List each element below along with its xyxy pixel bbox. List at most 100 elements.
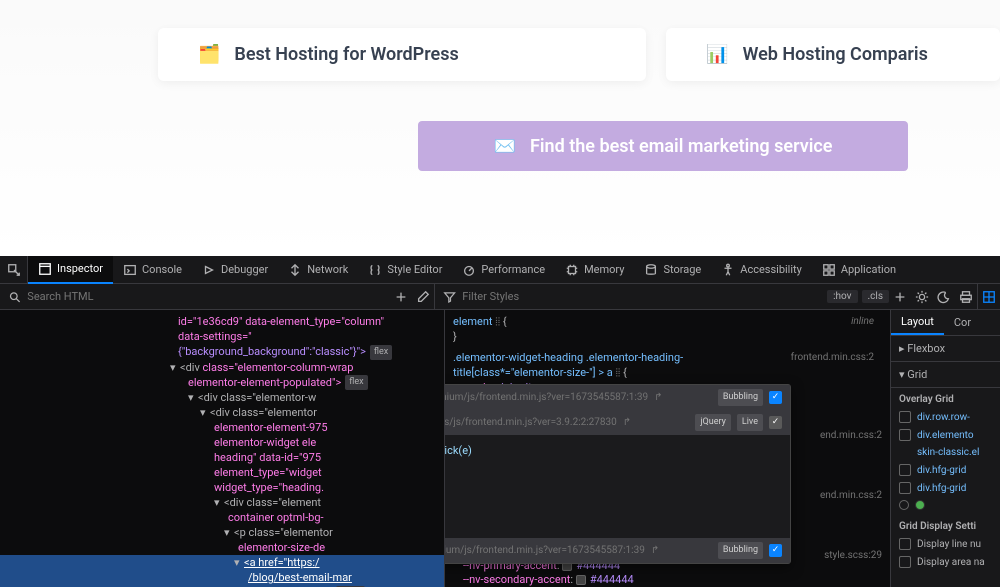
hov-toggle[interactable]: :hov bbox=[827, 290, 857, 303]
computed-side-tab[interactable]: Cor bbox=[944, 310, 981, 335]
add-rule-button[interactable] bbox=[889, 286, 911, 308]
css-source-link[interactable]: frontend.min.css:2 bbox=[791, 350, 874, 365]
bubbling-badge: Bubbling bbox=[718, 389, 763, 406]
html-attr: id="1e36cd9" data-element_type="column" bbox=[178, 315, 384, 328]
tab-console[interactable]: Console bbox=[113, 256, 192, 284]
css-brace: { bbox=[503, 315, 507, 328]
tab-inspector[interactable]: Inspector bbox=[28, 256, 113, 284]
layout-sidebar: Layout Cor ▸ Flexbox ▾ Grid Overlay Grid… bbox=[890, 310, 1000, 587]
css-rules-panel[interactable]: element ⦙⦙ { inline } .elementor-widget-… bbox=[444, 310, 890, 587]
print-media-button[interactable] bbox=[955, 286, 977, 308]
tab-storage[interactable]: Storage bbox=[634, 256, 711, 284]
css-brace: } bbox=[453, 330, 457, 343]
tab-memory[interactable]: Memory bbox=[555, 256, 634, 284]
caret-icon[interactable]: ▾ bbox=[224, 525, 234, 540]
envelope-icon: ✉️ bbox=[494, 136, 516, 157]
grid-overlay-item[interactable]: div.elemento bbox=[891, 426, 1000, 444]
tab-label: Accessibility bbox=[740, 263, 802, 276]
cls-toggle[interactable]: .cls bbox=[862, 290, 889, 303]
webpage-preview: 🗂️ Best Hosting for WordPress 📊 Web Host… bbox=[0, 0, 1000, 256]
html-tree-panel[interactable]: id="1e36cd9" data-element_type="column" … bbox=[0, 310, 444, 587]
tab-performance[interactable]: Performance bbox=[452, 256, 555, 284]
tab-style-editor[interactable]: Style Editor bbox=[358, 256, 452, 284]
grid-display-settings-heading: Grid Display Setti bbox=[891, 513, 1000, 535]
card-best-hosting[interactable]: 🗂️ Best Hosting for WordPress bbox=[158, 28, 646, 81]
grid-section-header[interactable]: ▾ Grid bbox=[891, 362, 1000, 388]
devtools-tabbar: Inspector Console Debugger Network Style… bbox=[0, 256, 1000, 284]
event-source-link[interactable]: …per-premium/js/frontend.min.js?ver=1673… bbox=[444, 543, 645, 558]
html-attr: elementor-widget ele bbox=[214, 436, 316, 449]
inspector-panels: id="1e36cd9" data-element_type="column" … bbox=[0, 310, 1000, 587]
listener-enabled-checkbox[interactable]: ✓ bbox=[769, 544, 782, 557]
grid-overlay-item[interactable]: div.hfg-grid bbox=[891, 479, 1000, 497]
html-attr: heading" data-id="975 bbox=[214, 451, 321, 464]
inspector-toolbar: :hov .cls bbox=[0, 284, 1000, 310]
tab-debugger[interactable]: Debugger bbox=[192, 256, 278, 284]
caret-icon[interactable]: ▾ bbox=[214, 495, 224, 510]
click-listener-row[interactable]: ▾ click …tor/assets/js/frontend.min.js?v… bbox=[444, 410, 790, 435]
click-listener-row-2[interactable]: ▸ click …per-premium/js/frontend.min.js?… bbox=[444, 538, 790, 563]
caret-icon[interactable]: ▾ bbox=[188, 390, 198, 405]
css-color-value[interactable]: #444444 bbox=[590, 573, 634, 586]
grid-overlay-item[interactable]: div.row.row- bbox=[891, 408, 1000, 426]
tab-network[interactable]: Network bbox=[278, 256, 358, 284]
html-tag: <div class="elementor-w bbox=[198, 391, 316, 404]
html-tag: <p class="elementor bbox=[234, 526, 333, 539]
color-swatch[interactable] bbox=[576, 575, 586, 585]
event-source-link[interactable]: …tor/assets/js/frontend.min.js?ver=3.9.2… bbox=[444, 415, 617, 430]
html-selected-node[interactable]: <a href="https:/ bbox=[244, 556, 320, 569]
css-source-inline: inline bbox=[851, 314, 874, 329]
tab-label: Memory bbox=[584, 263, 624, 276]
eyedropper-button[interactable] bbox=[412, 286, 434, 308]
css-selector: title[class*="elementor-size-"] > a bbox=[453, 366, 613, 379]
caret-icon[interactable]: ▾ bbox=[200, 405, 210, 420]
add-element-button[interactable] bbox=[390, 286, 412, 308]
dark-theme-button[interactable] bbox=[933, 286, 955, 308]
css-selector: element bbox=[453, 315, 493, 328]
tab-accessibility[interactable]: Accessibility bbox=[711, 256, 812, 284]
auxclick-listener-row[interactable]: ▸ auxclick …-premium/js/frontend.min.js?… bbox=[444, 385, 790, 410]
tab-application[interactable]: Application bbox=[812, 256, 906, 284]
grid-overlay-item[interactable]: div.hfg-grid bbox=[891, 461, 1000, 479]
live-badge: Live bbox=[737, 414, 763, 431]
jquery-badge: jQuery bbox=[695, 414, 730, 431]
filter-styles-box bbox=[435, 290, 827, 304]
display-area-names-toggle[interactable]: Display area na bbox=[891, 553, 1000, 571]
tab-label: Inspector bbox=[57, 262, 103, 275]
display-line-numbers-toggle[interactable]: Display line nu bbox=[891, 535, 1000, 553]
html-val: {"background_background":"classic"}"> bbox=[178, 345, 366, 358]
pick-element-icon[interactable] bbox=[0, 256, 28, 284]
css-source-link[interactable]: style.scss:29 bbox=[824, 548, 882, 563]
event-listeners-popup: ▸ auxclick …-premium/js/frontend.min.js?… bbox=[444, 384, 791, 564]
card-row: 🗂️ Best Hosting for WordPress 📊 Web Host… bbox=[0, 28, 1000, 81]
search-html-box bbox=[0, 284, 390, 310]
css-variable[interactable]: --nv-secondary-accent bbox=[463, 573, 570, 586]
html-attr: elementor-element-populated"> bbox=[188, 376, 341, 389]
filter-styles-input[interactable] bbox=[462, 290, 819, 303]
caret-icon[interactable]: ▾ bbox=[170, 360, 180, 375]
light-theme-button[interactable] bbox=[911, 286, 933, 308]
tab-label: Storage bbox=[663, 263, 701, 276]
tab-label: Debugger bbox=[221, 263, 268, 276]
listener-enabled-checkbox[interactable]: ✓ bbox=[769, 391, 782, 404]
card-label: Web Hosting Comparis bbox=[743, 44, 928, 65]
cta-email-marketing[interactable]: ✉️ Find the best email marketing service bbox=[418, 121, 908, 171]
listener-enabled-checkbox[interactable]: ✓ bbox=[769, 416, 782, 429]
listener-code: e => this.onLinkClick(e) bbox=[444, 435, 790, 466]
devtools: Inspector Console Debugger Network Style… bbox=[0, 256, 1000, 587]
flex-badge[interactable]: flex bbox=[370, 345, 392, 360]
event-source-link[interactable]: …-premium/js/frontend.min.js?ver=1673545… bbox=[444, 390, 648, 405]
html-tag: <div class="elementor bbox=[210, 406, 317, 419]
flex-badge[interactable]: flex bbox=[345, 375, 367, 390]
caret-icon[interactable]: ▾ bbox=[234, 555, 244, 570]
folder-icon: 🗂️ bbox=[198, 44, 220, 65]
css-source-link[interactable]: end.min.css:2 bbox=[820, 428, 882, 443]
flexbox-section-header[interactable]: ▸ Flexbox bbox=[891, 336, 1000, 362]
card-hosting-comparison[interactable]: 📊 Web Hosting Comparis bbox=[666, 28, 1000, 81]
layout-side-tab[interactable]: Layout bbox=[891, 310, 944, 335]
cta-label: Find the best email marketing service bbox=[530, 136, 833, 157]
search-html-input[interactable] bbox=[27, 290, 382, 303]
layout-tab-icon[interactable] bbox=[978, 286, 1000, 308]
tab-label: Network bbox=[307, 263, 348, 276]
css-source-link[interactable]: end.min.css:2 bbox=[820, 488, 882, 503]
